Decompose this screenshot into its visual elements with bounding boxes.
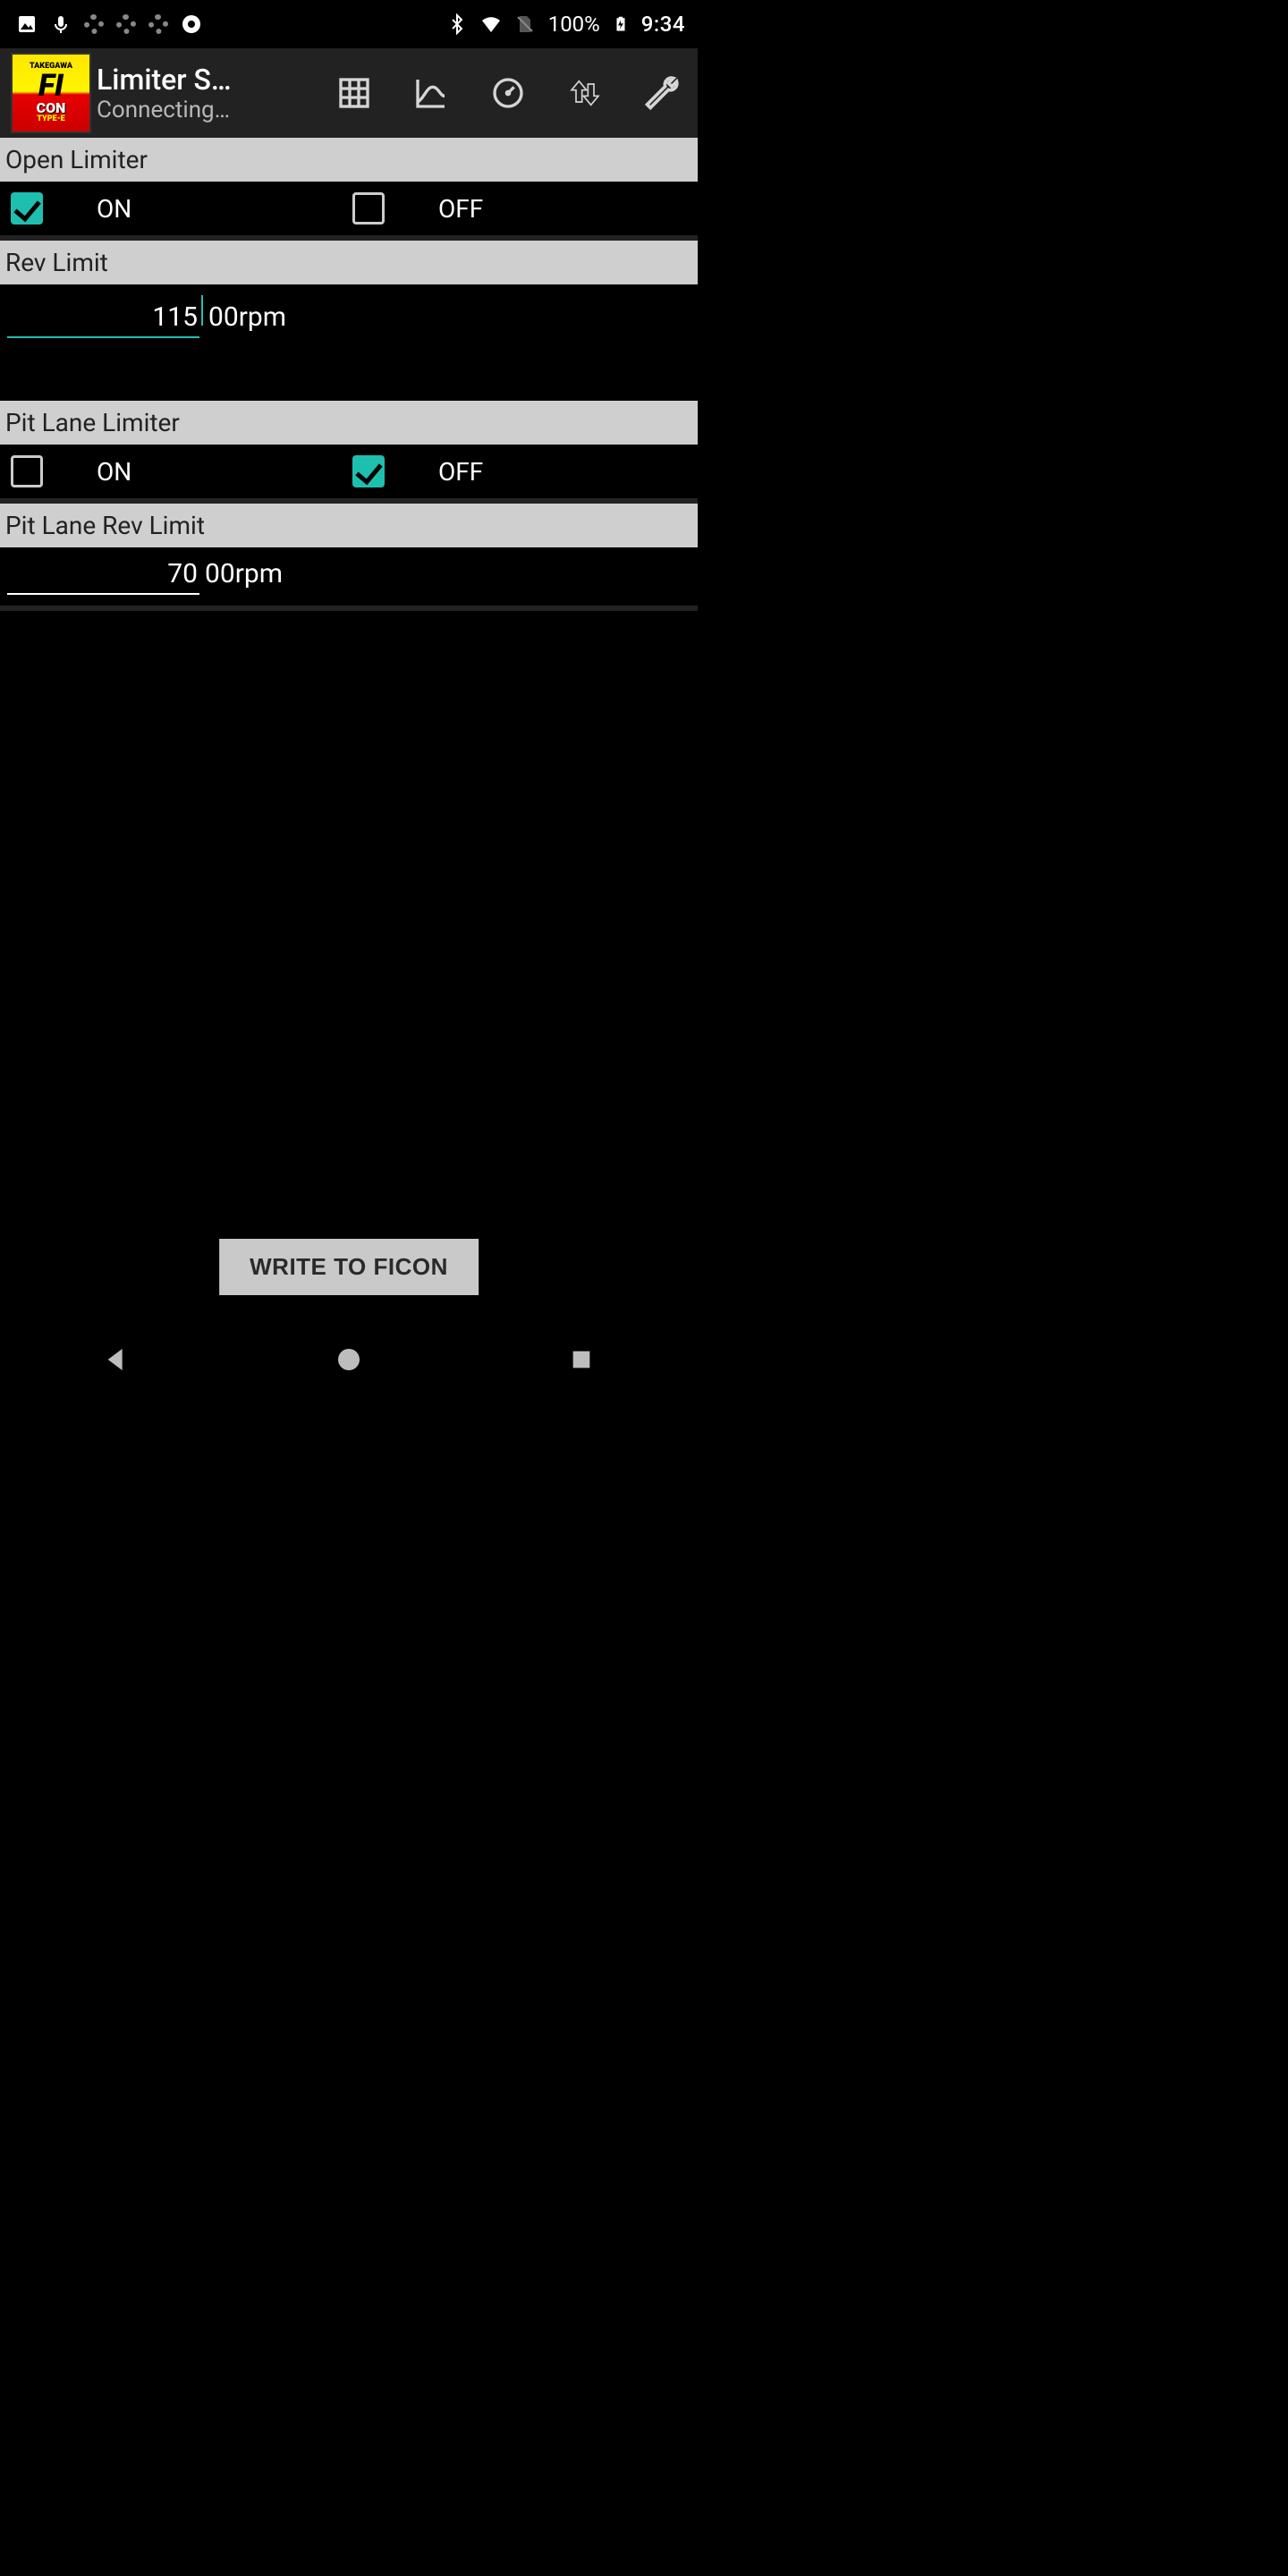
wrench-icon[interactable] [642,73,682,113]
chrome-icon [181,13,202,35]
image-icon [16,13,38,35]
rev-limit-row: 115 00rpm [0,284,698,401]
wifi-icon [480,13,502,35]
pit-lane-off-checkbox[interactable] [352,455,385,487]
connection-status: Connecting… [97,97,327,123]
battery-charging-icon [613,13,629,35]
section-header-pit-lane-limiter: Pit Lane Limiter [0,401,698,445]
pit-lane-limiter-row: ON OFF [0,445,698,504]
open-limiter-on-checkbox[interactable] [11,192,43,225]
mic-icon [50,13,72,35]
home-icon[interactable] [335,1345,363,1374]
status-bar: 100% 9:34 [0,0,698,48]
section-header-pit-lane-rev-limit: Pit Lane Rev Limit [0,504,698,547]
pit-lane-rev-limit-input[interactable]: 70 [7,558,199,595]
open-limiter-row: ON OFF [0,182,698,241]
on-label: ON [52,457,177,487]
loading-spinner-icon [116,14,136,34]
loading-spinner-icon [84,14,104,34]
bluetooth-icon [446,13,468,35]
write-to-ficon-button[interactable]: WRITE TO FICON [219,1239,479,1295]
back-icon[interactable] [102,1345,131,1374]
app-logo: TAKEGAWA FI CON TYPE-E [11,53,91,133]
pit-lane-rev-limit-row: 70 00rpm [0,547,698,611]
clock: 9:34 [641,12,685,37]
text-cursor [201,295,203,326]
android-nav-bar [0,1324,698,1395]
transfer-icon[interactable] [565,73,605,113]
section-header-open-limiter: Open Limiter [0,138,698,182]
no-sim-icon [514,13,536,35]
pit-lane-rev-limit-suffix: 00rpm [203,558,283,589]
loading-spinner-icon [148,14,168,34]
app-bar: TAKEGAWA FI CON TYPE-E Limiter S… Connec… [0,48,698,138]
battery-pct: 100% [548,12,600,37]
pit-lane-on-checkbox[interactable] [11,455,43,487]
rev-limit-suffix: 00rpm [207,301,286,333]
page-title: Limiter S… [97,63,327,97]
recent-apps-icon[interactable] [567,1345,596,1374]
off-label: OFF [394,194,501,224]
rev-limit-input[interactable]: 115 [7,301,199,338]
off-label: OFF [394,457,501,487]
grid-icon[interactable] [335,73,374,113]
graph-icon[interactable] [411,73,451,113]
open-limiter-off-checkbox[interactable] [352,192,385,225]
on-label: ON [52,194,177,224]
gauge-icon[interactable] [488,73,528,113]
section-header-rev-limit: Rev Limit [0,241,698,284]
